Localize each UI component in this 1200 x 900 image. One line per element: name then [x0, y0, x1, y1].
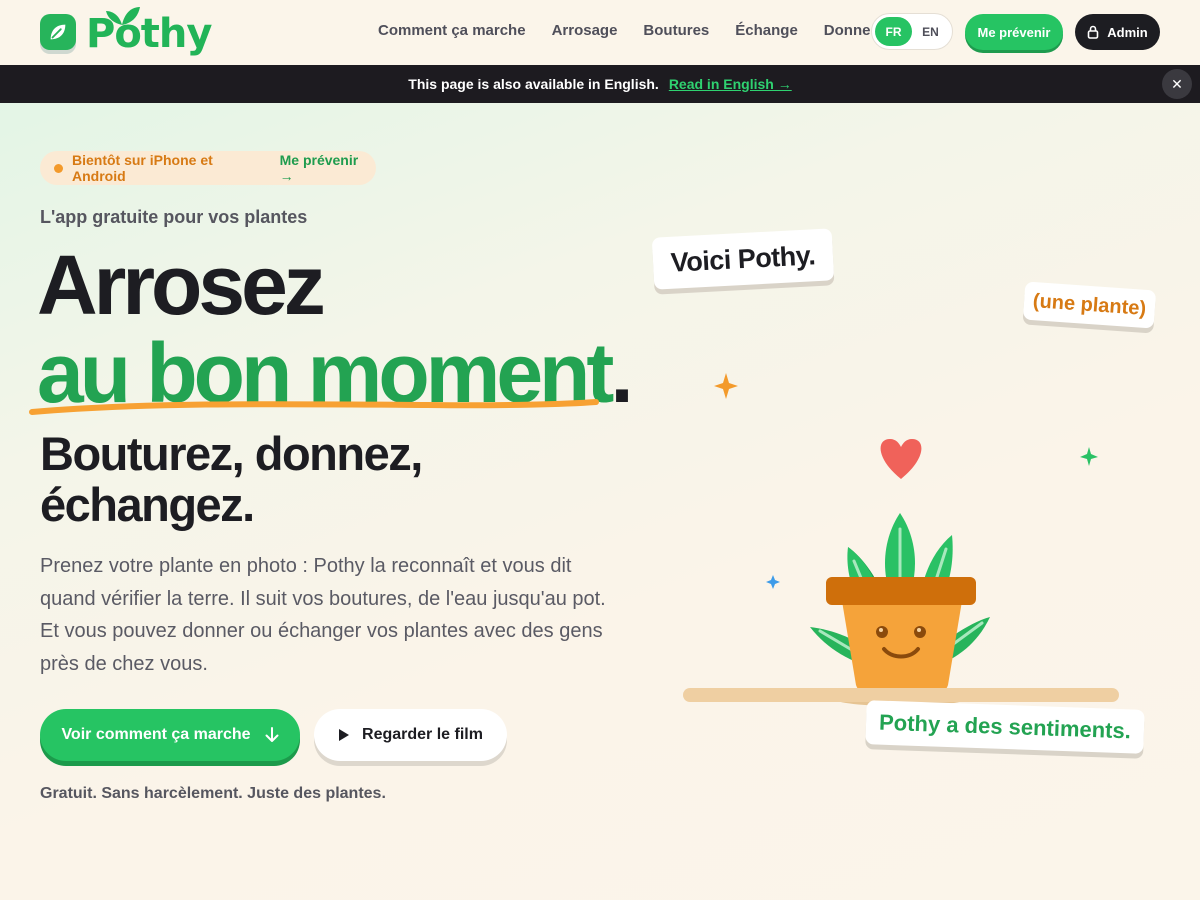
- shelf-bar: [683, 688, 1119, 702]
- main-nav: Comment ça marche Arrosage Boutures Écha…: [378, 22, 902, 39]
- headline-line-1: Arrosez: [37, 238, 326, 332]
- banner-text: This page is also available in English.: [408, 76, 659, 92]
- sticker-a-plant: (une plante): [1022, 281, 1157, 329]
- close-icon[interactable]: ✕: [1162, 69, 1192, 99]
- pot-body: [842, 601, 962, 693]
- hero-section: Bientôt sur iPhone et Android Me préveni…: [0, 103, 1200, 900]
- subheadline-line-2: échangez.: [40, 478, 255, 531]
- lock-icon: [1087, 25, 1099, 39]
- arrow-down-icon: [265, 727, 279, 742]
- lang-en[interactable]: EN: [912, 17, 949, 46]
- nav-give[interactable]: Donner: [824, 22, 877, 39]
- how-it-works-label: Voir comment ça marche: [61, 726, 251, 743]
- pot-right-eye: [914, 626, 926, 638]
- leaf-icon: [40, 14, 76, 50]
- language-banner: This page is also available in English. …: [0, 65, 1200, 103]
- watch-film-button[interactable]: Regarder le film: [314, 709, 507, 761]
- nav-watering[interactable]: Arrosage: [552, 22, 618, 39]
- sparkle-orange-icon: [714, 373, 738, 399]
- language-switch: FR EN: [871, 13, 953, 50]
- hero-kicker: L'app gratuite pour vos plantes: [40, 207, 308, 227]
- hero-description: Prenez votre plante en photo : Pothy la …: [40, 555, 606, 675]
- lang-fr[interactable]: FR: [875, 17, 912, 46]
- sprout-icon: [106, 7, 140, 25]
- sparkle-green-icon: [1080, 447, 1098, 466]
- nav-exchange[interactable]: Échange: [735, 22, 798, 39]
- read-in-english-link[interactable]: Read in English →: [669, 76, 792, 92]
- headline-underline: [29, 399, 599, 415]
- watch-film-label: Regarder le film: [362, 726, 483, 743]
- admin-label: Admin: [1107, 24, 1148, 40]
- sticker-meet-pothy: Voici Pothy.: [651, 228, 835, 290]
- heart-icon: [880, 439, 922, 479]
- sticker-pothy-has-feelings: Pothy a des sentiments.: [865, 700, 1145, 754]
- play-icon: [339, 729, 350, 741]
- coming-soon-text: Bientôt sur iPhone et Android: [71, 152, 213, 184]
- pot-left-eye: [876, 626, 888, 638]
- nav-how-it-works[interactable]: Comment ça marche: [378, 22, 526, 39]
- brand-logo[interactable]: Pothy: [40, 6, 212, 54]
- nav-cuttings[interactable]: Boutures: [643, 22, 709, 39]
- hero-tagline: Gratuit. Sans harcèlement. Juste des pla…: [40, 785, 386, 802]
- subheadline-line-1: Bouturez, donnez,: [40, 427, 423, 480]
- status-dot: [54, 163, 63, 173]
- pill-notify-link[interactable]: Me prévenir →: [280, 152, 376, 184]
- notify-button[interactable]: Me prévenir: [965, 14, 1063, 50]
- headline-dot: .: [610, 326, 633, 420]
- coming-soon-pill: Bientôt sur iPhone et Android Me préveni…: [40, 151, 376, 185]
- how-it-works-button[interactable]: Voir comment ça marche: [40, 709, 300, 761]
- pot-rim: [826, 577, 976, 605]
- subheadline: Bouturez, donnez, échangez.: [40, 428, 560, 530]
- top-header: Pothy Comment ça marche Arrosage Bouture…: [0, 0, 1200, 65]
- admin-button[interactable]: Admin: [1075, 14, 1160, 50]
